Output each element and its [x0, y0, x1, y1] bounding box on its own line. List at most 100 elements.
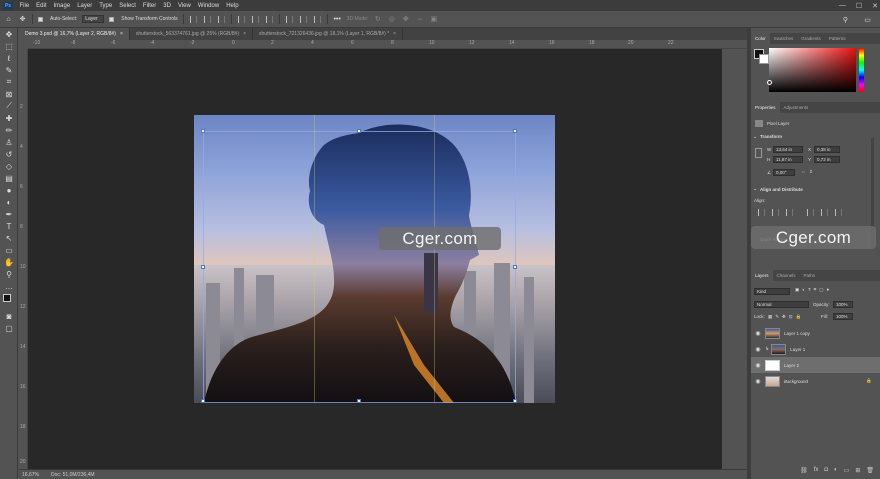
- fill-field[interactable]: 100%: [833, 313, 853, 320]
- menu-view[interactable]: View: [174, 3, 194, 9]
- marquee-tool-icon[interactable]: ⬚: [0, 40, 18, 52]
- shape-tool-icon[interactable]: ▭: [0, 244, 18, 256]
- eraser-tool-icon[interactable]: ◇: [0, 160, 18, 172]
- move-tool-icon[interactable]: ✥: [18, 15, 27, 24]
- auto-select-checkbox[interactable]: [38, 16, 43, 22]
- menu-help[interactable]: Help: [223, 3, 242, 9]
- align-vcenter-icon[interactable]: [821, 209, 828, 216]
- align-middle-icon[interactable]: [251, 15, 259, 23]
- eyedropper-tool-icon[interactable]: ⟋: [0, 100, 18, 112]
- vertical-ruler[interactable]: 2 4 6 8 10 12 14 16 18 20: [19, 49, 28, 469]
- more-options-icon[interactable]: •••: [333, 15, 342, 24]
- layer-name[interactable]: Layer 1 copy: [784, 331, 810, 336]
- tab-demo3[interactable]: Demo 3.psd @ 16,7% (Layer 2, RGB/8#) ×: [19, 28, 130, 40]
- align-hcenter-icon[interactable]: [772, 209, 779, 216]
- layer-name[interactable]: Layer 2: [784, 363, 799, 368]
- align-top-icon[interactable]: [807, 209, 814, 216]
- tab-close-icon[interactable]: ×: [393, 31, 396, 37]
- path-select-icon[interactable]: ↖: [0, 232, 18, 244]
- gradient-tool-icon[interactable]: ▤: [0, 172, 18, 184]
- width-field[interactable]: 13,64 in: [773, 146, 803, 153]
- align-right-icon[interactable]: [217, 15, 225, 23]
- align-bottom-icon[interactable]: [835, 209, 842, 216]
- link-dimensions-icon[interactable]: [755, 148, 762, 158]
- layer-name[interactable]: Background: [784, 379, 808, 384]
- transform-handle[interactable]: [357, 399, 361, 403]
- visibility-eye-icon[interactable]: ◉: [751, 362, 765, 369]
- menu-select[interactable]: Select: [116, 3, 140, 9]
- visibility-eye-icon[interactable]: ◉: [751, 330, 765, 337]
- tab-swatches[interactable]: Swatches: [770, 33, 798, 44]
- blur-tool-icon[interactable]: ●: [0, 184, 18, 196]
- new-layer-icon[interactable]: ⊞: [855, 467, 860, 474]
- menu-file[interactable]: File: [16, 3, 33, 9]
- home-icon[interactable]: ⌂: [4, 15, 13, 24]
- background-color[interactable]: [759, 54, 769, 64]
- transform-handle[interactable]: [513, 265, 517, 269]
- layer-row[interactable]: ◉ Layer 2: [751, 357, 880, 373]
- distribute-center-icon[interactable]: [299, 15, 307, 23]
- crop-tool-icon[interactable]: ⌗: [0, 76, 18, 88]
- screen-mode-icon[interactable]: ▢: [0, 322, 18, 334]
- transform-bounding-box[interactable]: [203, 131, 516, 403]
- layer-filter-kind[interactable]: Kind: [754, 288, 790, 295]
- tab-close-icon[interactable]: ×: [243, 31, 246, 37]
- quick-select-tool-icon[interactable]: ✎: [0, 64, 18, 76]
- menu-filter[interactable]: Filter: [139, 3, 159, 9]
- tab-channels[interactable]: Channels: [773, 270, 800, 281]
- frame-tool-icon[interactable]: ⊠: [0, 88, 18, 100]
- close-button[interactable]: ✕: [872, 2, 878, 10]
- lasso-tool-icon[interactable]: ℓ: [0, 52, 18, 64]
- more-tools-icon[interactable]: …: [0, 280, 18, 292]
- type-tool-icon[interactable]: T: [0, 220, 18, 232]
- layer-row[interactable]: ◉ Layer 1 copy: [751, 325, 880, 341]
- transform-handle[interactable]: [201, 129, 205, 133]
- y-field[interactable]: 0,72 in: [814, 156, 840, 163]
- delete-layer-icon[interactable]: 🗑: [866, 467, 874, 474]
- color-swatches[interactable]: [0, 292, 18, 310]
- menu-window[interactable]: Window: [194, 3, 222, 9]
- 3d-scale-icon[interactable]: ▣: [429, 15, 438, 24]
- hue-slider[interactable]: [859, 48, 864, 92]
- lock-icons[interactable]: ▦✎✥⊡🔒: [768, 314, 804, 320]
- transform-handle[interactable]: [357, 129, 361, 133]
- tab-adjustments[interactable]: Adjustments: [780, 102, 813, 113]
- 3d-pan-icon[interactable]: ✥: [401, 15, 410, 24]
- transform-handle[interactable]: [201, 265, 205, 269]
- zoom-tool-icon[interactable]: ⚲: [0, 268, 18, 280]
- transform-handle[interactable]: [513, 129, 517, 133]
- history-brush-icon[interactable]: ↺: [0, 148, 18, 160]
- layer-style-icon[interactable]: fx: [814, 467, 819, 473]
- maximize-button[interactable]: ☐: [856, 2, 862, 10]
- menu-type[interactable]: Type: [96, 3, 116, 9]
- minimize-button[interactable]: —: [839, 2, 846, 9]
- clone-stamp-icon[interactable]: ♙: [0, 136, 18, 148]
- distribute-right-icon[interactable]: [313, 15, 321, 23]
- quick-mask-icon[interactable]: ◙: [0, 310, 18, 322]
- horizontal-ruler[interactable]: -10 -8 -6 -4 -2 0 2 4 6 8 10 12 14 16 18…: [28, 40, 747, 49]
- menu-3d[interactable]: 3D: [160, 3, 175, 9]
- dodge-tool-icon[interactable]: ◐: [0, 196, 18, 208]
- transform-handle[interactable]: [513, 399, 517, 403]
- flip-horizontal-icon[interactable]: ⇔: [801, 169, 806, 174]
- blend-mode-dropdown[interactable]: Normal: [754, 301, 809, 308]
- tab-paths[interactable]: Paths: [800, 270, 820, 281]
- tab-gradients[interactable]: Gradients: [797, 33, 825, 44]
- align-right-icon[interactable]: [786, 209, 793, 216]
- tab-shutterstock-721326436[interactable]: shutterstock_721326436.jpg @ 18,1% (Laye…: [253, 28, 404, 40]
- tab-close-icon[interactable]: ×: [120, 31, 123, 37]
- tab-shutterstock-563374761[interactable]: shutterstock_563374761.jpg @ 25% (RGB/8#…: [130, 28, 253, 40]
- align-top-icon[interactable]: [237, 15, 245, 23]
- menu-image[interactable]: Image: [50, 3, 74, 9]
- menu-layer[interactable]: Layer: [74, 3, 96, 9]
- visibility-eye-icon[interactable]: ◉: [751, 378, 765, 385]
- document-canvas[interactable]: [194, 115, 555, 403]
- transform-handle[interactable]: [201, 399, 205, 403]
- flip-vertical-icon[interactable]: ⇕: [809, 169, 813, 175]
- move-tool-icon[interactable]: ✥: [0, 28, 18, 40]
- adjustment-layer-icon[interactable]: ◐: [834, 467, 838, 473]
- link-layers-icon[interactable]: ⛓: [800, 467, 808, 474]
- align-center-icon[interactable]: [203, 15, 211, 23]
- layer-mask-icon[interactable]: ◘: [824, 467, 828, 473]
- hand-tool-icon[interactable]: ✋: [0, 256, 18, 268]
